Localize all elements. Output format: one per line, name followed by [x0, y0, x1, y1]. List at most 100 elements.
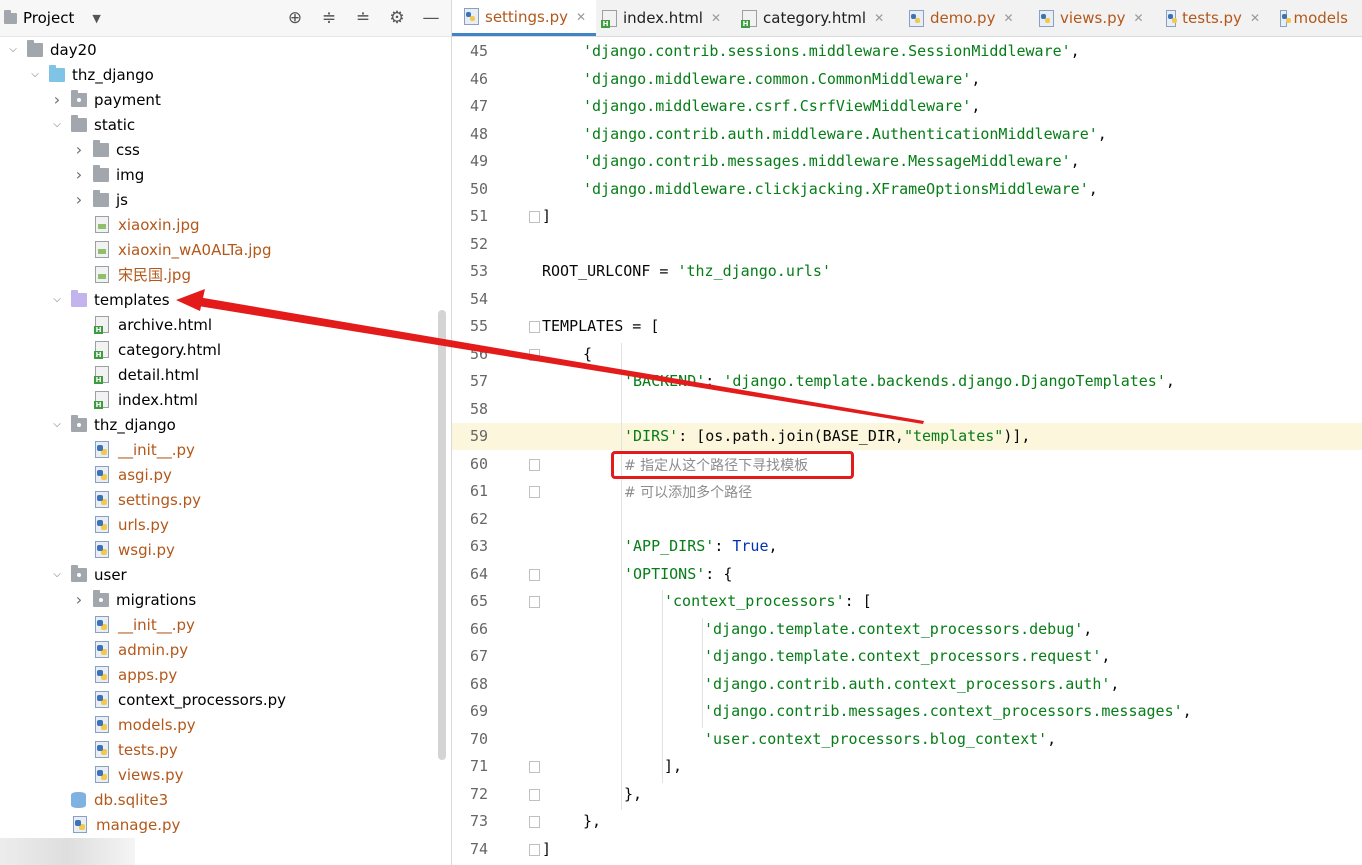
- chevron-down-icon[interactable]: ⌵: [49, 119, 65, 130]
- tab-views-py[interactable]: views.py ✕: [1027, 0, 1154, 36]
- string-token: 'django.contrib.auth.middleware.Authenti…: [583, 124, 1098, 143]
- code-line: 'context_processors': [: [664, 592, 872, 610]
- tree-item-views-py[interactable]: views.py: [0, 762, 451, 787]
- chevron-down-icon[interactable]: ⌵: [5, 44, 21, 55]
- python-file-icon: [95, 616, 109, 633]
- code-line: ROOT_URLCONF = 'thz_django.urls': [542, 262, 831, 280]
- fold-marker-icon[interactable]: [529, 321, 540, 333]
- tree-item-detail-html[interactable]: detail.html: [0, 362, 451, 387]
- close-icon[interactable]: ✕: [1003, 11, 1013, 25]
- string-token: 'django.contrib.messages.context_process…: [704, 702, 1183, 720]
- tree-item--init-py[interactable]: __init__.py: [0, 437, 451, 462]
- tree-item-label: views.py: [118, 765, 184, 784]
- tab-category-html[interactable]: category.html ✕: [730, 0, 897, 36]
- chevron-right-icon[interactable]: ›: [71, 140, 87, 159]
- tree-item-context-processors-py[interactable]: context_processors.py: [0, 687, 451, 712]
- tree-item-xiaoxin-wa0alta-jpg[interactable]: xiaoxin_wA0ALTa.jpg: [0, 237, 451, 262]
- close-icon[interactable]: ✕: [576, 10, 586, 24]
- code-line: ]: [542, 840, 551, 858]
- chevron-right-icon[interactable]: ›: [71, 190, 87, 209]
- fold-marker-icon[interactable]: [529, 211, 540, 223]
- tree-item-urls-py[interactable]: urls.py: [0, 512, 451, 537]
- fold-marker-icon[interactable]: [529, 486, 540, 498]
- tree-item-migrations[interactable]: › migrations: [0, 587, 451, 612]
- close-icon[interactable]: ✕: [874, 11, 884, 25]
- fold-marker-icon[interactable]: [529, 761, 540, 773]
- tree-item--init-py[interactable]: __init__.py: [0, 612, 451, 637]
- code-line: 'django.template.context_processors.requ…: [704, 647, 1110, 665]
- fold-marker-icon[interactable]: [529, 568, 540, 581]
- string-token: 'context_processors': [664, 592, 845, 610]
- python-file-icon: [95, 666, 109, 683]
- chevron-down-icon[interactable]: ⌵: [49, 419, 65, 430]
- tree-item-payment[interactable]: › payment: [0, 87, 451, 112]
- tree-item-label: static: [94, 115, 136, 134]
- tree-item--jpg[interactable]: 宋民国.jpg: [0, 262, 451, 287]
- tree-item-templates[interactable]: ⌵ templates: [0, 287, 451, 312]
- fold-marker-icon[interactable]: [529, 596, 540, 608]
- tree-item-user[interactable]: ⌵ user: [0, 562, 451, 587]
- minimize-icon[interactable]: —: [421, 8, 441, 28]
- tree-item-models-py[interactable]: models.py: [0, 712, 451, 737]
- project-scrollbar[interactable]: [438, 310, 446, 760]
- tree-item-asgi-py[interactable]: asgi.py: [0, 462, 451, 487]
- folder-icon: [93, 139, 109, 157]
- line-number: 68: [469, 674, 488, 693]
- line-number: 46: [469, 69, 488, 88]
- chevron-down-icon[interactable]: ⌵: [27, 69, 43, 80]
- tree-item-img[interactable]: › img: [0, 162, 451, 187]
- tree-item-wsgi-py[interactable]: wsgi.py: [0, 537, 451, 562]
- tree-item-static[interactable]: ⌵ static: [0, 112, 451, 137]
- fold-marker-icon[interactable]: [529, 843, 540, 856]
- chevron-down-icon[interactable]: ⌵: [49, 294, 65, 305]
- tree-item-settings-py[interactable]: settings.py: [0, 487, 451, 512]
- expand-all-icon[interactable]: ≑: [319, 8, 339, 28]
- tree-item-db-sqlite3[interactable]: db.sqlite3: [0, 787, 451, 812]
- locate-icon[interactable]: ⊕: [285, 8, 305, 28]
- python-file-icon: [95, 641, 109, 658]
- tree-item-tests-py[interactable]: tests.py: [0, 737, 451, 762]
- tab-models[interactable]: models: [1268, 0, 1348, 36]
- chevron-right-icon[interactable]: ›: [49, 90, 65, 109]
- tab-demo-py[interactable]: demo.py ✕: [897, 0, 1027, 36]
- tab-settings-py[interactable]: settings.py ✕: [452, 0, 596, 36]
- image-file-icon: [95, 241, 109, 258]
- fold-marker-icon[interactable]: [529, 458, 540, 471]
- chevron-right-icon[interactable]: ›: [71, 590, 87, 609]
- gear-icon[interactable]: ⚙: [387, 8, 407, 28]
- project-title: Project: [23, 9, 75, 27]
- code-line: 'django.contrib.auth.middleware.Authenti…: [583, 125, 1107, 143]
- close-icon[interactable]: ✕: [1250, 11, 1260, 25]
- tree-item-category-html[interactable]: category.html: [0, 337, 451, 362]
- close-icon[interactable]: ✕: [1134, 11, 1144, 25]
- tree-item-archive-html[interactable]: archive.html: [0, 312, 451, 337]
- code-line: 'django.contrib.sessions.middleware.Sess…: [583, 42, 1080, 60]
- fold-marker-icon[interactable]: [529, 348, 540, 361]
- line-number: 64: [469, 564, 488, 583]
- tree-item-css[interactable]: › css: [0, 137, 451, 162]
- tree-item-index-html[interactable]: index.html: [0, 387, 451, 412]
- collapse-all-icon[interactable]: ≐: [353, 8, 373, 28]
- tree-item-thz-django[interactable]: ⌵ thz_django: [0, 62, 451, 87]
- tree-item-apps-py[interactable]: apps.py: [0, 662, 451, 687]
- close-icon[interactable]: ✕: [711, 11, 721, 25]
- tree-item-label: css: [116, 140, 140, 159]
- tree-item-admin-py[interactable]: admin.py: [0, 637, 451, 662]
- fold-marker-icon[interactable]: [529, 816, 540, 828]
- project-view-selector[interactable]: Project ▼: [4, 9, 101, 27]
- chevron-down-icon[interactable]: ▼: [92, 12, 100, 25]
- chevron-down-icon[interactable]: ⌵: [49, 569, 65, 580]
- code-line: TEMPLATES = [: [542, 317, 659, 335]
- tab-tests-py[interactable]: tests.py ✕: [1154, 0, 1268, 36]
- tree-item-xiaoxin-jpg[interactable]: xiaoxin.jpg: [0, 212, 451, 237]
- tab-index-html[interactable]: index.html ✕: [590, 0, 730, 36]
- tree-item-manage-py[interactable]: manage.py: [0, 812, 451, 837]
- tree-item-js[interactable]: › js: [0, 187, 451, 212]
- code-editor[interactable]: 45 'django.contrib.sessions.middleware.Se…: [452, 37, 1362, 865]
- tree-item-day20[interactable]: ⌵ day20: [0, 37, 451, 62]
- tree-item-label: admin.py: [118, 640, 189, 659]
- fold-marker-icon[interactable]: [529, 788, 540, 801]
- chevron-right-icon[interactable]: ›: [71, 165, 87, 184]
- indent-guide: [621, 342, 622, 810]
- tree-item-thz-django[interactable]: ⌵ thz_django: [0, 412, 451, 437]
